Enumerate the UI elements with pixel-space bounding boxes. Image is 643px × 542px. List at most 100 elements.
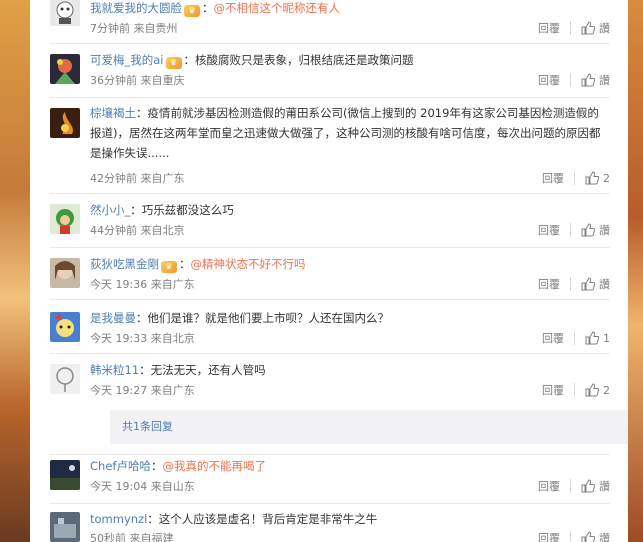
mention-link[interactable]: @精神状态不好不行吗 <box>191 257 306 271</box>
comment-actions: 回覆 2 <box>542 170 610 186</box>
comment-text: 棕壤褐土：疫情前就涉基因检测造假的莆田系公司(微信上搜到的 2019年有这家公司… <box>90 106 601 160</box>
divider <box>570 223 571 237</box>
wallpaper-left <box>0 0 30 542</box>
comment-text: 然小小_：巧乐兹都没这么巧 <box>90 203 234 217</box>
username-link[interactable]: 然小小_ <box>90 203 130 217</box>
like-button[interactable]: 2 <box>585 171 610 185</box>
like-button[interactable]: 2 <box>585 383 610 397</box>
thumbs-up-icon <box>581 223 595 237</box>
username-link[interactable]: 我就爱我的大圆脸 <box>90 1 182 15</box>
comment-actions: 回覆 1 <box>542 330 610 346</box>
thumbs-up-icon <box>585 383 599 397</box>
comment-meta: 今天 19:04 来自山东 <box>90 480 195 493</box>
reply-button[interactable]: 回覆 <box>538 530 560 542</box>
comment-meta: 36分钟前 来自重庆 <box>90 74 185 87</box>
comment-feed: 我就爱我的大圆脸 ♛ ：@不相信这个昵称还有人 7分钟前 来自贵州 回覆 讚 可爱梅… <box>30 0 628 542</box>
like-button[interactable]: 讚 <box>581 222 610 238</box>
mention-link[interactable]: @不相信这个昵称还有人 <box>214 1 341 15</box>
thumbs-up-icon <box>581 277 595 291</box>
reply-button[interactable]: 回覆 <box>542 170 564 186</box>
comment-meta: 今天 19:36 来自广东 <box>90 278 195 291</box>
reply-button[interactable]: 回覆 <box>538 478 560 494</box>
username-link[interactable]: tommynzl <box>90 512 147 526</box>
comment-item: 是我曼曼：他们是谁？就是他们要上市呗？人还在国内么？ 今天 19:33 来自北京… <box>50 300 610 354</box>
username-link[interactable]: 可爱梅_我的ai <box>90 53 164 67</box>
thumbs-up-icon <box>581 21 595 35</box>
vip-badge-icon: ♛ <box>161 261 177 273</box>
divider <box>574 171 575 185</box>
avatar[interactable] <box>50 258 80 288</box>
avatar[interactable] <box>50 312 80 342</box>
reply-button[interactable]: 回覆 <box>538 222 560 238</box>
comment-actions: 回覆 讚 <box>538 20 610 36</box>
thumbs-up-icon <box>581 531 595 542</box>
avatar[interactable] <box>50 204 80 234</box>
like-count: 1 <box>603 331 610 345</box>
username-link[interactable]: 荻狄吃黑金剛 <box>90 257 159 271</box>
vip-badge-icon: ♛ <box>165 57 182 69</box>
comment-meta: 今天 19:27 来自广东 <box>90 384 195 397</box>
comment-actions: 回覆 讚 <box>538 478 610 494</box>
like-button[interactable]: 讚 <box>581 478 610 494</box>
comment-actions: 回覆 讚 <box>538 222 610 238</box>
avatar[interactable] <box>50 512 80 542</box>
comment-actions: 回覆 2 <box>542 382 610 398</box>
comment-item: Chef卢哈哈：@我真的不能再喝了 今天 19:04 来自山东 回覆 讚 <box>50 454 610 504</box>
divider <box>570 73 571 87</box>
like-button[interactable]: 讚 <box>581 20 610 36</box>
comment-text: 荻狄吃黑金剛 ♛ ：@精神状态不好不行吗 <box>90 257 306 273</box>
avatar[interactable] <box>50 364 80 394</box>
mention-link[interactable]: @我真的不能再喝了 <box>162 459 266 473</box>
divider <box>570 479 571 493</box>
comment-item: 棕壤褐土：疫情前就涉基因检测造假的莆田系公司(微信上搜到的 2019年有这家公司… <box>50 98 610 194</box>
username-link[interactable]: 是我曼曼 <box>90 311 136 325</box>
username-link[interactable]: 棕壤褐土 <box>90 106 136 120</box>
like-count: 2 <box>603 383 610 397</box>
like-button[interactable]: 讚 <box>581 530 610 542</box>
view-replies-link[interactable]: 共1条回复 <box>110 410 628 444</box>
wallpaper-right <box>628 0 643 542</box>
username-link[interactable]: 韩米粒11 <box>90 363 139 377</box>
comment-item: 我就爱我的大圆脸 ♛ ：@不相信这个昵称还有人 7分钟前 来自贵州 回覆 讚 <box>50 0 610 44</box>
divider <box>574 383 575 397</box>
divider <box>570 21 571 35</box>
avatar[interactable] <box>50 54 80 84</box>
like-button[interactable]: 讚 <box>581 276 610 292</box>
comment-text: 是我曼曼：他们是谁？就是他们要上市呗？人还在国内么？ <box>90 311 389 325</box>
thumbs-up-icon <box>581 479 595 493</box>
divider <box>570 277 571 291</box>
avatar[interactable] <box>50 460 80 490</box>
comment-actions: 回覆 讚 <box>538 276 610 292</box>
comment-item: 韩米粒11：无法无天，还有人管吗 今天 19:27 来自广东 回覆 2 共1条回… <box>50 354 628 454</box>
comment-text: tommynzl：这个人应该是虚名！背后肯定是非常牛之牛 <box>90 512 378 526</box>
comment-meta: 50秒前 来自福建 <box>90 532 174 542</box>
reply-button[interactable]: 回覆 <box>538 72 560 88</box>
reply-button[interactable]: 回覆 <box>542 382 564 398</box>
comment-meta: 今天 19:33 来自北京 <box>90 332 195 345</box>
like-button[interactable]: 讚 <box>581 72 610 88</box>
avatar[interactable] <box>50 0 80 26</box>
divider <box>570 531 571 542</box>
comment-meta: 7分钟前 来自贵州 <box>90 22 178 35</box>
comment-meta: 44分钟前 来自北京 <box>90 224 185 237</box>
username-link[interactable]: Chef卢哈哈 <box>90 459 151 473</box>
comment-item: 可爱梅_我的ai ♛ ：核酸腐败只是表象，归根结底还是政策问题 36分钟前 来自重庆… <box>50 44 610 98</box>
reply-button[interactable]: 回覆 <box>538 276 560 292</box>
like-button[interactable]: 1 <box>585 331 610 345</box>
comment-item: 然小小_：巧乐兹都没这么巧 44分钟前 来自北京 回覆 讚 <box>50 194 610 248</box>
comment-actions: 回覆 讚 <box>538 530 610 542</box>
comment-text: 韩米粒11：无法无天，还有人管吗 <box>90 363 266 377</box>
thumbs-up-icon <box>581 73 595 87</box>
comment-item: tommynzl：这个人应该是虚名！背后肯定是非常牛之牛 50秒前 来自福建 回… <box>50 504 610 542</box>
divider <box>574 331 575 345</box>
vip-badge-icon: ♛ <box>184 5 200 17</box>
reply-button[interactable]: 回覆 <box>538 20 560 36</box>
comment-text: 我就爱我的大圆脸 ♛ ：@不相信这个昵称还有人 <box>90 1 341 17</box>
comment-text: 可爱梅_我的ai ♛ ：核酸腐败只是表象，归根结底还是政策问题 <box>90 53 414 69</box>
avatar[interactable] <box>50 108 80 138</box>
reply-button[interactable]: 回覆 <box>542 330 564 346</box>
comment-text: Chef卢哈哈：@我真的不能再喝了 <box>90 459 266 473</box>
comment-meta: 42分钟前 来自广东 <box>90 172 185 185</box>
comment-actions: 回覆 讚 <box>538 72 610 88</box>
like-count: 2 <box>603 171 610 185</box>
